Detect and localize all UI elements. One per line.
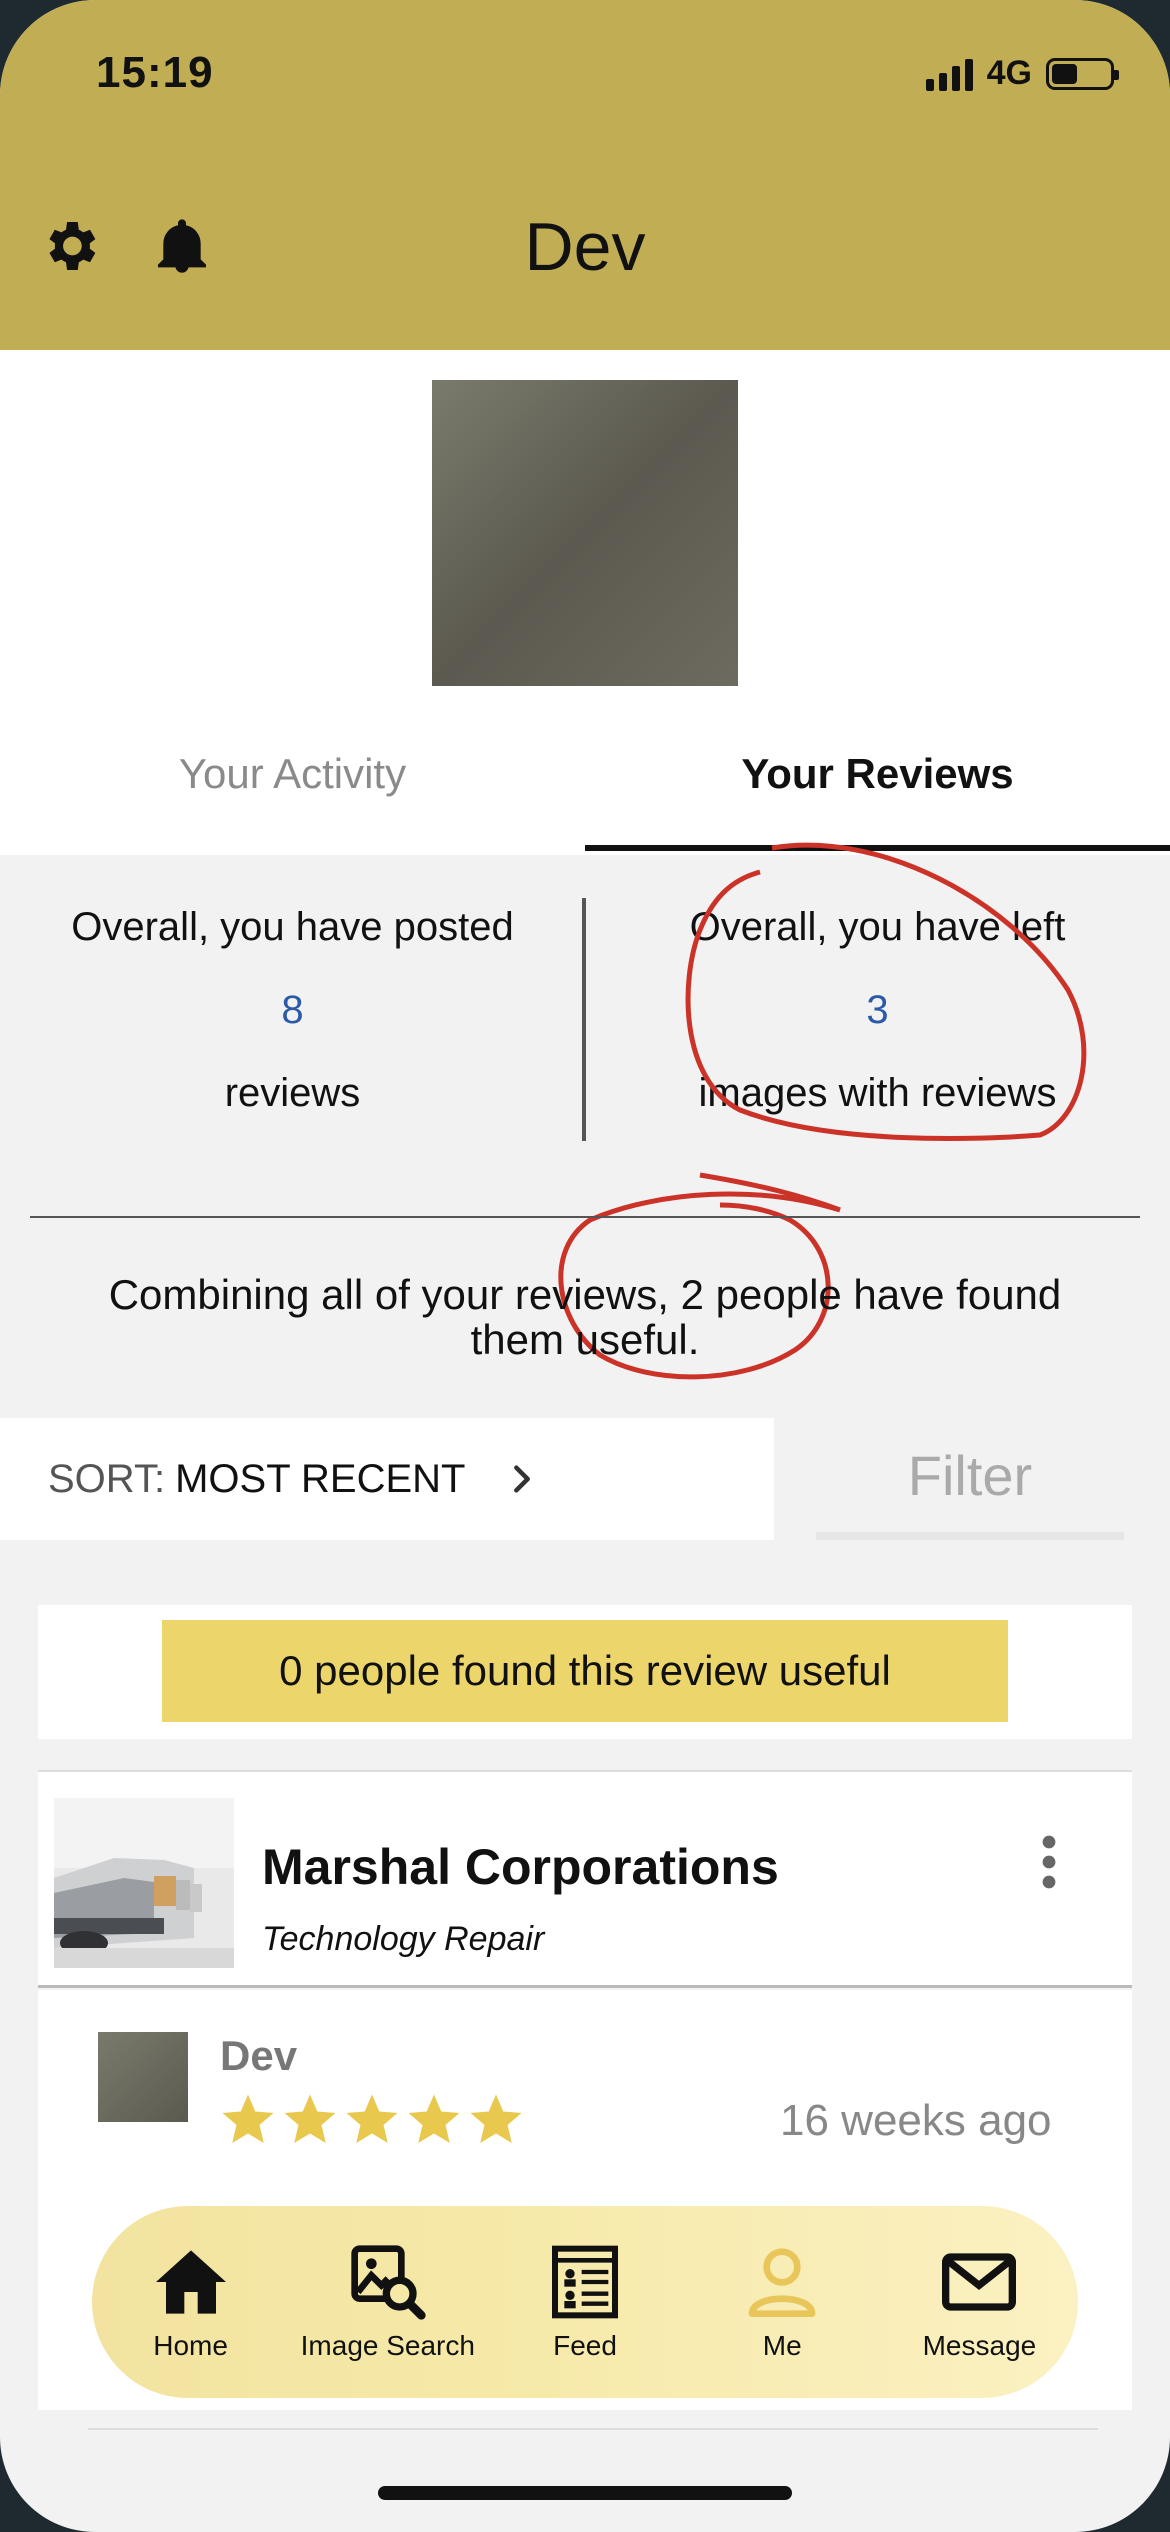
stat-posted-count: 8 [281,988,304,1032]
stat-images-count: 3 [866,988,889,1032]
sort-label: SORT: [48,1456,166,1501]
business-thumbnail[interactable] [54,1798,234,1968]
more-options-icon[interactable] [1034,1832,1064,1892]
reviewer-name[interactable]: Dev [220,2032,297,2080]
nav-image-search[interactable]: Image Search [289,2206,486,2398]
nav-me-label: Me [762,2330,802,2361]
stat-posted-prefix: Overall, you have posted [71,905,514,949]
nav-message[interactable]: Message [881,2206,1078,2398]
signal-icon [925,57,973,91]
star-rating [218,2090,526,2150]
useful-count-pill: 0 people found this review useful [162,1620,1008,1722]
filter-button[interactable]: Filter [816,1418,1124,1540]
star-icon [284,2094,336,2143]
tab-your-reviews[interactable]: Your Reviews [585,750,1170,798]
tab-your-activity[interactable]: Your Activity [0,750,585,798]
review-time: 16 weeks ago [780,2096,1052,2145]
status-time: 15:19 [96,48,214,97]
app-header: 15:19 4G Dev [0,0,1170,350]
bottom-nav: Home Image Search Feed Me Message [92,2206,1078,2398]
profile-section: Your Activity Your Reviews [0,350,1170,855]
stat-posted: Overall, you have posted 8 reviews [0,855,585,1116]
network-label: 4G [986,54,1032,92]
reviewer-avatar[interactable] [98,2032,188,2122]
business-row[interactable]: Marshal Corporations Technology Repair [38,1770,1132,1988]
person-icon [748,2248,816,2317]
image-search-icon [351,2245,426,2320]
chevron-right-icon [514,1465,531,1493]
sort-button[interactable]: SORT: MOST RECENT [0,1418,774,1540]
tab-selected-indicator [585,845,1170,851]
nav-me[interactable]: Me [684,2206,881,2398]
feed-icon [552,2245,618,2319]
battery-icon [1046,57,1119,90]
list-separator [88,2428,1098,2430]
review-stats: Overall, you have posted 8 reviews Overa… [0,855,1170,1215]
page-title: Dev [524,209,646,285]
phone-screen: 15:19 4G Dev Your Activity Your Reviews … [0,0,1170,2532]
star-icon [408,2094,460,2143]
nav-feed[interactable]: Feed [486,2206,683,2398]
review-useful-banner: 0 people found this review useful [38,1605,1132,1739]
mail-icon [942,2253,1017,2311]
section-divider [30,1216,1140,1218]
nav-home-label: Home [153,2330,228,2361]
stat-images-suffix: images with reviews [698,1071,1057,1115]
home-icon [155,2250,226,2314]
stat-posted-suffix: reviews [224,1071,361,1115]
home-indicator[interactable] [378,2486,792,2500]
star-icon [346,2094,398,2143]
stat-images-prefix: Overall, you have left [689,905,1066,949]
profile-avatar[interactable] [432,380,738,686]
nav-image-search-label: Image Search [300,2330,475,2361]
nav-feed-label: Feed [553,2330,617,2361]
star-icon [222,2094,274,2143]
star-icon [470,2094,522,2143]
sort-value: MOST RECENT [175,1456,466,1501]
cars-image [54,1798,234,1968]
combined-useful-text: Combining all of your reviews, 2 people … [108,1271,1062,1364]
nav-message-label: Message [922,2330,1037,2361]
business-category: Technology Repair [262,1920,545,1958]
nav-home[interactable]: Home [92,2206,289,2398]
business-name[interactable]: Marshal Corporations [262,1838,779,1896]
stat-images: Overall, you have left 3 images with rev… [585,855,1170,1116]
status-indicators: 4G [925,54,1119,93]
